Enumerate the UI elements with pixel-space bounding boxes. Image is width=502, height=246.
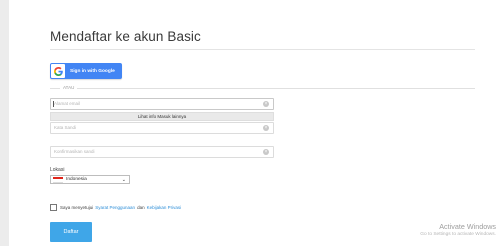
- or-separator: ATAU: [50, 85, 475, 91]
- page-title: Mendaftar ke akun Basic: [50, 29, 201, 44]
- terms-agreement: Saya menyetujui Syarat Penggunaan dan Ke…: [50, 204, 183, 211]
- confirm-password-field[interactable]: Konfirmasikan sandi ×: [50, 146, 274, 158]
- country-selected-value: Indonesia: [66, 177, 87, 182]
- terms-conjunction: dan: [137, 205, 145, 210]
- watermark-title: Activate Windows: [439, 222, 496, 231]
- clear-icon[interactable]: ×: [263, 101, 269, 107]
- email-field[interactable]: Alamat email ×: [50, 98, 274, 110]
- google-g-icon: [51, 64, 65, 78]
- register-button[interactable]: Daftar: [50, 222, 92, 242]
- clear-icon[interactable]: ×: [263, 149, 269, 155]
- separator-line-right: [77, 88, 475, 89]
- left-sidebar-rail: [0, 0, 9, 246]
- separator-line-left: [50, 88, 60, 89]
- clear-icon[interactable]: ×: [263, 125, 269, 131]
- chevron-down-icon: ⌄: [121, 177, 126, 183]
- google-signin-label: Sign in with Google: [70, 68, 115, 74]
- terms-prefix: Saya menyetujui: [60, 205, 94, 210]
- title-divider: [50, 49, 475, 50]
- location-label: Lokasi: [50, 167, 65, 173]
- country-select[interactable]: Indonesia ⌄: [50, 175, 130, 184]
- password-field[interactable]: Kata Sandi ×: [50, 122, 274, 134]
- terms-checkbox[interactable]: [50, 204, 57, 211]
- google-signin-button[interactable]: Sign in with Google: [50, 63, 122, 79]
- watermark-subtitle: Go to Settings to activate Windows.: [420, 232, 496, 237]
- separator-label: ATAU: [63, 85, 75, 90]
- terms-of-use-link[interactable]: Syarat Penggunaan: [95, 205, 135, 210]
- indonesia-flag-icon: [53, 176, 63, 183]
- privacy-policy-link[interactable]: Kebijakan Privasi: [147, 205, 182, 210]
- other-signin-suggestion[interactable]: Lihat info Masuk lainnya: [50, 112, 274, 121]
- email-placeholder: Alamat email: [54, 101, 81, 106]
- password-placeholder: Kata Sandi: [54, 125, 77, 130]
- windows-activation-watermark: Activate Windows Go to Settings to activ…: [420, 222, 496, 237]
- confirm-password-placeholder: Konfirmasikan sandi: [54, 149, 95, 154]
